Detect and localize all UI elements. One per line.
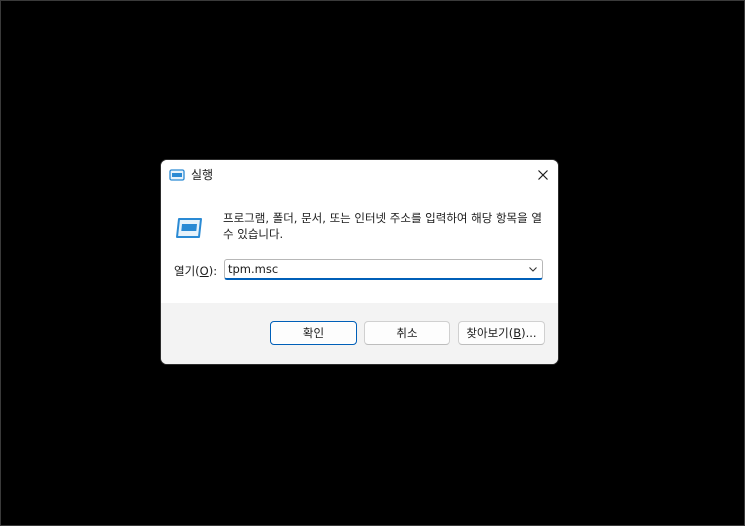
close-button[interactable] bbox=[528, 160, 558, 190]
browse-button[interactable]: 찾아보기(B)... bbox=[458, 321, 545, 345]
chevron-down-icon[interactable] bbox=[527, 263, 539, 275]
dialog-content: 프로그램, 폴더, 문서, 또는 인터넷 주소를 입력하여 해당 항목을 열 수… bbox=[161, 190, 558, 303]
title-bar[interactable]: 실행 bbox=[161, 160, 558, 190]
run-dialog: 실행 프로그램, 폴더, 문서, 또는 인터넷 주소를 입력하여 해당 항목을 … bbox=[161, 160, 558, 364]
dialog-title: 실행 bbox=[191, 168, 214, 182]
dialog-description: 프로그램, 폴더, 문서, 또는 인터넷 주소를 입력하여 해당 항목을 열 수… bbox=[223, 211, 542, 241]
button-bar: 확인 취소 찾아보기(B)... bbox=[161, 303, 558, 364]
run-window-icon bbox=[174, 215, 204, 241]
cancel-button[interactable]: 취소 bbox=[364, 321, 450, 345]
ok-button[interactable]: 확인 bbox=[270, 321, 357, 345]
open-label: 열기(O): bbox=[174, 264, 218, 278]
close-icon bbox=[538, 170, 548, 180]
open-combobox[interactable] bbox=[224, 259, 543, 280]
open-input[interactable] bbox=[228, 261, 518, 277]
run-window-icon bbox=[169, 167, 185, 181]
